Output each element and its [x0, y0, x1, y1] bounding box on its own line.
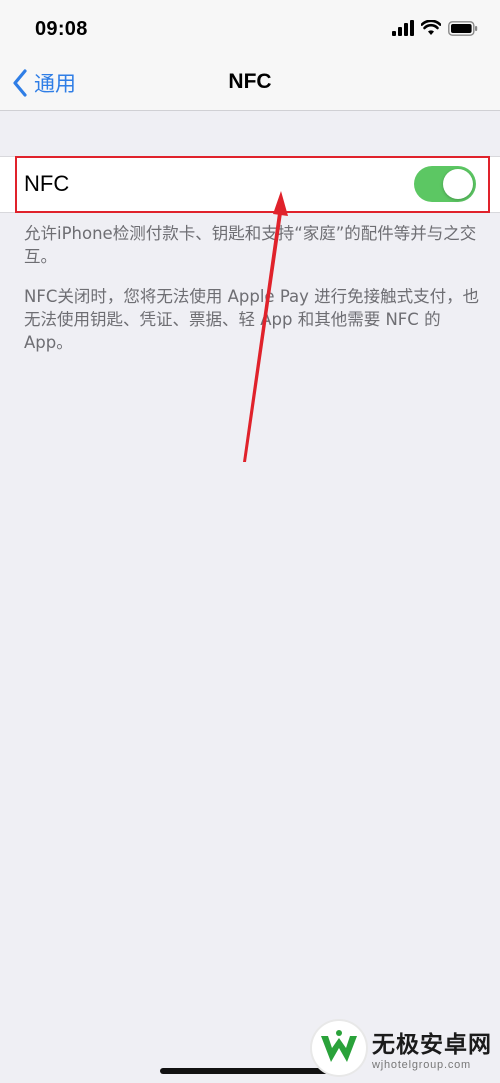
- toggle-knob: [443, 169, 473, 199]
- battery-icon: [448, 20, 478, 36]
- watermark: 无极安卓网 wjhotelgroup.com: [312, 1021, 492, 1075]
- wifi-icon: [421, 20, 441, 35]
- nfc-setting-label: NFC: [24, 171, 70, 196]
- nfc-setting-row: NFC: [0, 156, 500, 213]
- watermark-title: 无极安卓网: [372, 1032, 492, 1058]
- nfc-toggle[interactable]: [414, 166, 476, 202]
- nfc-description-2: NFC关闭时，您将无法使用 Apple Pay 进行免接触式支付，也无法使用钥匙…: [24, 287, 480, 352]
- navigation-bar: 通用 NFC: [0, 58, 500, 111]
- status-icons: [392, 20, 478, 36]
- status-time: 09:08: [35, 18, 88, 40]
- nfc-description-1: 允许iPhone检测付款卡、钥匙和支持“家庭”的配件等并与之交互。: [24, 224, 477, 266]
- watermark-text: 无极安卓网 wjhotelgroup.com: [372, 1025, 492, 1071]
- watermark-url: wjhotelgroup.com: [372, 1059, 472, 1071]
- cellular-signal-icon: [392, 20, 414, 36]
- status-bar: 09:08: [0, 0, 500, 58]
- page-title: NFC: [228, 70, 272, 93]
- watermark-logo-icon: [312, 1021, 366, 1075]
